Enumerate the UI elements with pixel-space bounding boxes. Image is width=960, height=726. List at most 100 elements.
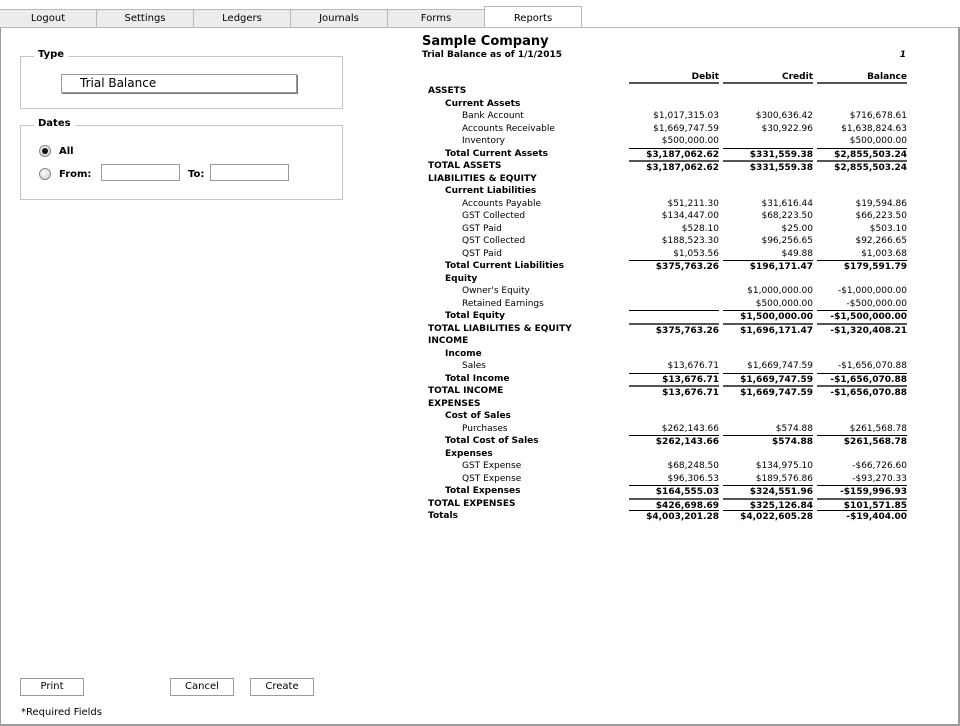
row-label: Retained Earnings <box>462 298 544 309</box>
report-row: LIABILITIES & EQUITY <box>426 173 910 186</box>
report-row: Bank Account $1,017,315.03 $300,636.42 $716… <box>426 110 910 123</box>
create-button[interactable]: Create <box>250 678 314 696</box>
row-label: Accounts Receivable <box>462 123 555 134</box>
cell-credit: $30,922.96 <box>761 123 813 134</box>
type-legend: Type <box>34 49 69 60</box>
row-label: Total Cost of Sales <box>445 436 539 446</box>
row-label: Total Current Liabilities <box>445 261 564 271</box>
report-row: Income <box>426 348 910 361</box>
from-date-input[interactable] <box>101 164 180 181</box>
cell-credit: $300,636.42 <box>755 111 813 121</box>
report-row: Purchases $262,143.66 $574.88 $261,568.78 <box>426 423 910 436</box>
cell-credit: $1,500,000.00 <box>723 310 813 323</box>
report-row: TOTAL LIABILITIES & EQUITY $375,763.26 $1,… <box>426 322 910 336</box>
cell-balance: -$1,656,070.88 <box>817 372 907 386</box>
cell-credit <box>723 135 813 148</box>
cell-credit <box>723 185 813 198</box>
row-label: Totals <box>428 511 458 521</box>
cell-credit: $1,669,747.59 <box>723 372 813 386</box>
cell-balance <box>817 398 907 411</box>
report-row: Inventory $500,000.00 $500,000.00 <box>426 135 910 148</box>
row-label: Owner's Equity <box>462 286 530 296</box>
tab-settings[interactable]: Settings <box>96 9 193 28</box>
row-label: QST Collected <box>462 236 526 246</box>
report-row: GST Expense $68,248.50 $134,975.10 -$66,726… <box>426 460 910 473</box>
cell-balance: -$66,726.60 <box>852 461 907 471</box>
cell-balance <box>817 85 907 98</box>
row-label: Cost of Sales <box>445 411 511 421</box>
report-row: Cost of Sales <box>426 410 910 423</box>
tab-journals[interactable]: Journals <box>290 9 387 28</box>
tab-reports[interactable]: Reports <box>484 6 582 28</box>
cell-balance: $261,568.78 <box>849 423 907 434</box>
report-row: Total Current Assets $3,187,062.62 $331,55… <box>426 147 910 161</box>
cell-debit: $262,143.66 <box>661 423 719 434</box>
cancel-button[interactable]: Cancel <box>170 678 234 696</box>
report-row: Sales $13,676.71 $1,669,747.59 -$1,656,070.… <box>426 360 910 373</box>
print-button[interactable]: Print <box>20 678 84 696</box>
cell-debit: $3,187,062.62 <box>629 147 719 161</box>
row-label: TOTAL LIABILITIES & EQUITY <box>428 323 572 334</box>
radio-from-label: From: <box>59 169 92 180</box>
cell-balance: $1,638,824.63 <box>841 123 907 134</box>
cell-debit: $1,669,747.59 <box>653 123 719 134</box>
cell-balance <box>817 348 907 361</box>
radio-from[interactable] <box>39 168 51 180</box>
dates-fieldset: Dates All From: To: <box>20 118 343 200</box>
cell-debit: $262,143.66 <box>629 435 719 448</box>
row-label: GST Collected <box>462 211 526 221</box>
cell-debit <box>629 185 719 198</box>
row-label: Total Equity <box>445 311 505 321</box>
tab-forms[interactable]: Forms <box>387 9 484 28</box>
cell-balance: $92,266.65 <box>855 236 907 246</box>
cell-credit <box>723 398 813 411</box>
cell-debit <box>629 273 719 286</box>
row-label: QST Expense <box>462 473 522 484</box>
cell-credit: $574.88 <box>723 435 813 448</box>
tab-ledgers[interactable]: Ledgers <box>193 9 290 28</box>
cell-balance: -$159,996.93 <box>817 485 907 498</box>
cell-credit: $96,256.65 <box>761 236 813 246</box>
cell-debit: $528.10 <box>681 223 719 234</box>
report-row: Total Income $13,676.71 $1,669,747.59 -$1,6… <box>426 372 910 386</box>
cell-balance: $1,003.68 <box>861 248 907 259</box>
cell-balance: -$1,320,408.21 <box>817 322 907 336</box>
report-page-number: 1 <box>899 50 906 60</box>
cell-credit: $325,126.84 <box>723 497 813 511</box>
cell-balance: $503.10 <box>869 223 907 234</box>
report-row: Accounts Receivable $1,669,747.59 $30,922.… <box>426 123 910 136</box>
report-row: Owner's Equity $1,000,000.00 -$1,000,000.0… <box>426 285 910 298</box>
tab-logout[interactable]: Logout <box>0 9 96 28</box>
cell-debit: $13,676.71 <box>667 361 719 371</box>
cell-credit: $500,000.00 <box>755 298 813 309</box>
row-label: GST Paid <box>462 223 502 234</box>
radio-all[interactable] <box>39 145 51 157</box>
report-row: GST Collected $134,447.00 $68,223.50 $66,22… <box>426 210 910 223</box>
cell-credit: $1,000,000.00 <box>747 286 813 296</box>
cell-balance: $716,678.61 <box>849 111 907 121</box>
cell-debit <box>629 335 719 348</box>
row-label: Total Current Assets <box>445 148 548 159</box>
row-label: EXPENSES <box>428 398 481 409</box>
cell-debit <box>629 173 719 186</box>
cell-debit: $68,248.50 <box>667 461 719 471</box>
to-date-input[interactable] <box>210 164 289 181</box>
trial-balance-report: Debit Credit Balance ASSETS Current Asset… <box>426 71 910 523</box>
report-row: Current Liabilities <box>426 185 910 198</box>
report-row: QST Expense $96,306.53 $189,576.86 -$93,270… <box>426 473 910 486</box>
cell-credit <box>723 335 813 348</box>
row-label: ASSETS <box>428 86 467 96</box>
cell-credit: $1,669,747.59 <box>723 385 813 398</box>
report-type-select[interactable]: Trial Balance <box>61 74 297 93</box>
cell-balance: $19,594.86 <box>855 198 907 209</box>
cell-balance: -$1,656,070.88 <box>837 361 907 371</box>
cell-debit: $188,523.30 <box>661 236 719 246</box>
report-row: Totals $4,003,201.28 $4,022,605.28 -$19,404… <box>426 510 910 523</box>
cell-credit <box>723 85 813 98</box>
report-row: QST Paid $1,053.56 $49.88 $1,003.68 <box>426 248 910 261</box>
cell-balance: -$93,270.33 <box>852 473 907 484</box>
cell-balance: $2,855,503.24 <box>817 160 907 173</box>
cell-balance <box>817 410 907 423</box>
cell-balance: $66,223.50 <box>855 211 907 221</box>
cell-credit <box>723 348 813 361</box>
